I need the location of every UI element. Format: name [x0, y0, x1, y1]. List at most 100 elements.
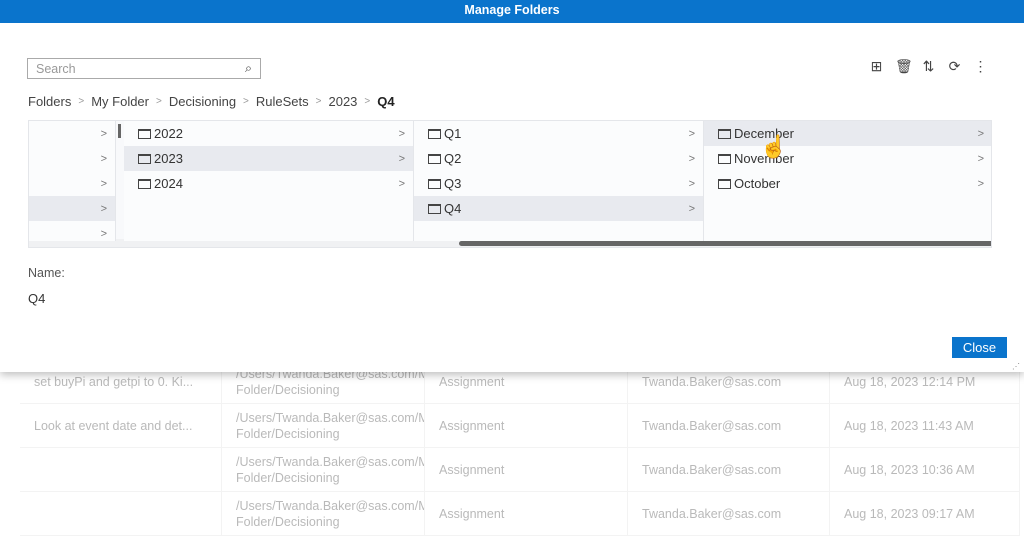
vertical-scrollbar-thumb[interactable] [118, 124, 121, 138]
cell-user: Twanda.Baker@sas.com [628, 492, 830, 535]
folder-name: Q3 [444, 176, 462, 191]
breadcrumb: Folders > My Folder > Decisioning > RuleSets >2… [28, 94, 395, 110]
refresh-icon[interactable]: ⟳ [947, 58, 962, 75]
folder-name: 2023 [154, 151, 183, 166]
chevron-right-icon: > [688, 152, 695, 165]
breadcrumb-item[interactable]: 2023 [328, 94, 357, 110]
folder-column: Q1 > Q2 > Q3 > Q4 > [414, 121, 704, 241]
scrollbar-thumb[interactable] [459, 241, 991, 246]
chevron-right-icon: > [688, 177, 695, 190]
cell-text: Aug 18, 2023 09:17 AM [844, 506, 975, 521]
folder-item[interactable]: Q3 > [414, 171, 703, 196]
folder-item[interactable]: October > [704, 171, 991, 196]
cell-type: Assignment [425, 448, 628, 491]
chevron-right-icon: > [688, 202, 695, 215]
sort-icon[interactable]: ⇅ [921, 58, 936, 75]
folder-item[interactable]: 2023 > [124, 146, 413, 171]
cell-text: Assignment [439, 462, 505, 477]
resize-grip-icon[interactable]: ⋰ [1012, 362, 1020, 371]
folder-icon [428, 178, 441, 189]
folder-item[interactable]: > [29, 146, 115, 171]
cell-user: Twanda.Baker@sas.com [628, 448, 830, 491]
chevron-right-icon: > [100, 202, 107, 215]
folder-item[interactable]: Q4 > [414, 196, 703, 221]
folder-column: 2022 >2023 >2024 > [124, 121, 414, 241]
cell-text: Twanda.Baker@sas.com [642, 462, 782, 477]
cell-path: /Users/Twanda.Baker@sas.com/My Folder/De… [222, 448, 425, 491]
folder-item[interactable]: > [29, 196, 115, 221]
chevron-right-icon: > [398, 177, 405, 190]
search-placeholder: Search [36, 61, 76, 76]
chevron-right-icon: > [100, 127, 107, 140]
folder-icon [428, 203, 441, 214]
breadcrumb-item[interactable]: Decisioning [169, 94, 236, 110]
breadcrumb-item[interactable]: Folders [28, 94, 71, 110]
background-table: set buyPi and getpi to 0. Ki... /Users/Tw… [0, 360, 1024, 536]
breadcrumb-item[interactable]: My Folder [91, 94, 149, 110]
cell-text: Assignment [439, 506, 505, 521]
cell-text: Aug 18, 2023 11:43 AM [844, 418, 974, 433]
cell-date: Aug 18, 2023 11:43 AM [830, 404, 1020, 447]
folder-item[interactable]: 2022 > [124, 121, 413, 146]
breadcrumb-separator-icon: > [364, 96, 371, 107]
cell-text: Twanda.Baker@sas.com [642, 374, 782, 389]
chevron-right-icon: > [977, 177, 984, 190]
more-icon[interactable]: ⋮ [973, 58, 988, 75]
folder-icon [428, 128, 441, 139]
breadcrumb-item[interactable]: RuleSets [256, 94, 309, 110]
folder-icon [138, 178, 151, 189]
folder-name: Q2 [444, 151, 462, 166]
chevron-right-icon: > [977, 127, 984, 140]
folder-name: 2024 [154, 176, 183, 191]
folder-item[interactable]: Q2 > [414, 146, 703, 171]
cell-text: Assignment [439, 374, 505, 389]
breadcrumb-separator-icon: > [156, 96, 162, 107]
cell-text: Aug 18, 2023 12:14 PM [844, 374, 976, 389]
folder-item[interactable]: December > [704, 121, 991, 146]
cell-user: Twanda.Baker@sas.com [628, 404, 830, 447]
folder-item[interactable]: November > [704, 146, 991, 171]
cell-text: Aug 18, 2023 10:36 AM [844, 462, 975, 477]
folder-item[interactable]: 2024 > [124, 171, 413, 196]
folder-column: December > November > October > [704, 121, 991, 241]
cell-type: Assignment [425, 492, 628, 535]
cell-text: Assignment [439, 418, 505, 433]
cell-type: Assignment [425, 404, 628, 447]
chevron-right-icon: > [398, 127, 405, 140]
table-row: /Users/Twanda.Baker@sas.com/My Folder/De… [20, 492, 1020, 536]
cell-text: Look at event date and det... [34, 418, 193, 433]
folder-icon [138, 153, 151, 164]
cell-text: Twanda.Baker@sas.com [642, 506, 782, 521]
new-folder-icon[interactable]: ⊞ [869, 58, 884, 75]
cell-text: /Users/Twanda.Baker@sas.com/My Folder/De… [236, 410, 425, 441]
folder-name: 2022 [154, 126, 183, 141]
chevron-right-icon: > [100, 152, 107, 165]
close-button[interactable]: Close [952, 337, 1007, 358]
folder-item[interactable]: Q1 > [414, 121, 703, 146]
folder-browser: > > > > >2022 >2023 >2024 > Q1 > Q2 > Q3 > Q4 > December… [28, 120, 992, 248]
chevron-right-icon: > [100, 177, 107, 190]
folder-icon [138, 128, 151, 139]
name-value: Q4 [28, 291, 46, 306]
folder-icon [718, 128, 731, 139]
folder-name: Q4 [444, 201, 462, 216]
folder-icon [718, 178, 731, 189]
folder-icon [718, 153, 731, 164]
toolbar: ⊞ 🗑 ⇅ ⟳ ⋮ [869, 58, 988, 75]
folder-item[interactable]: > [29, 171, 115, 196]
search-input[interactable]: Search ⌕ [27, 58, 261, 79]
cell-date: Aug 18, 2023 10:36 AM [830, 448, 1020, 491]
cell-path: /Users/Twanda.Baker@sas.com/My Folder/De… [222, 492, 425, 535]
folder-item[interactable]: > [29, 221, 115, 246]
name-label: Name: [28, 266, 65, 280]
delete-icon[interactable]: 🗑 [895, 58, 913, 75]
cell-text: Twanda.Baker@sas.com [642, 418, 782, 433]
table-row: Look at event date and det... /Users/Twan… [20, 404, 1020, 448]
folder-item[interactable]: > [29, 121, 115, 146]
search-icon[interactable]: ⌕ [245, 61, 252, 76]
chevron-right-icon: > [398, 152, 405, 165]
breadcrumb-separator-icon: > [78, 96, 85, 107]
cell-text: /Users/Twanda.Baker@sas.com/My Folder/De… [236, 498, 425, 529]
cell-text: /Users/Twanda.Baker@sas.com/My Folder/De… [236, 454, 425, 485]
cell-desc [20, 448, 222, 491]
